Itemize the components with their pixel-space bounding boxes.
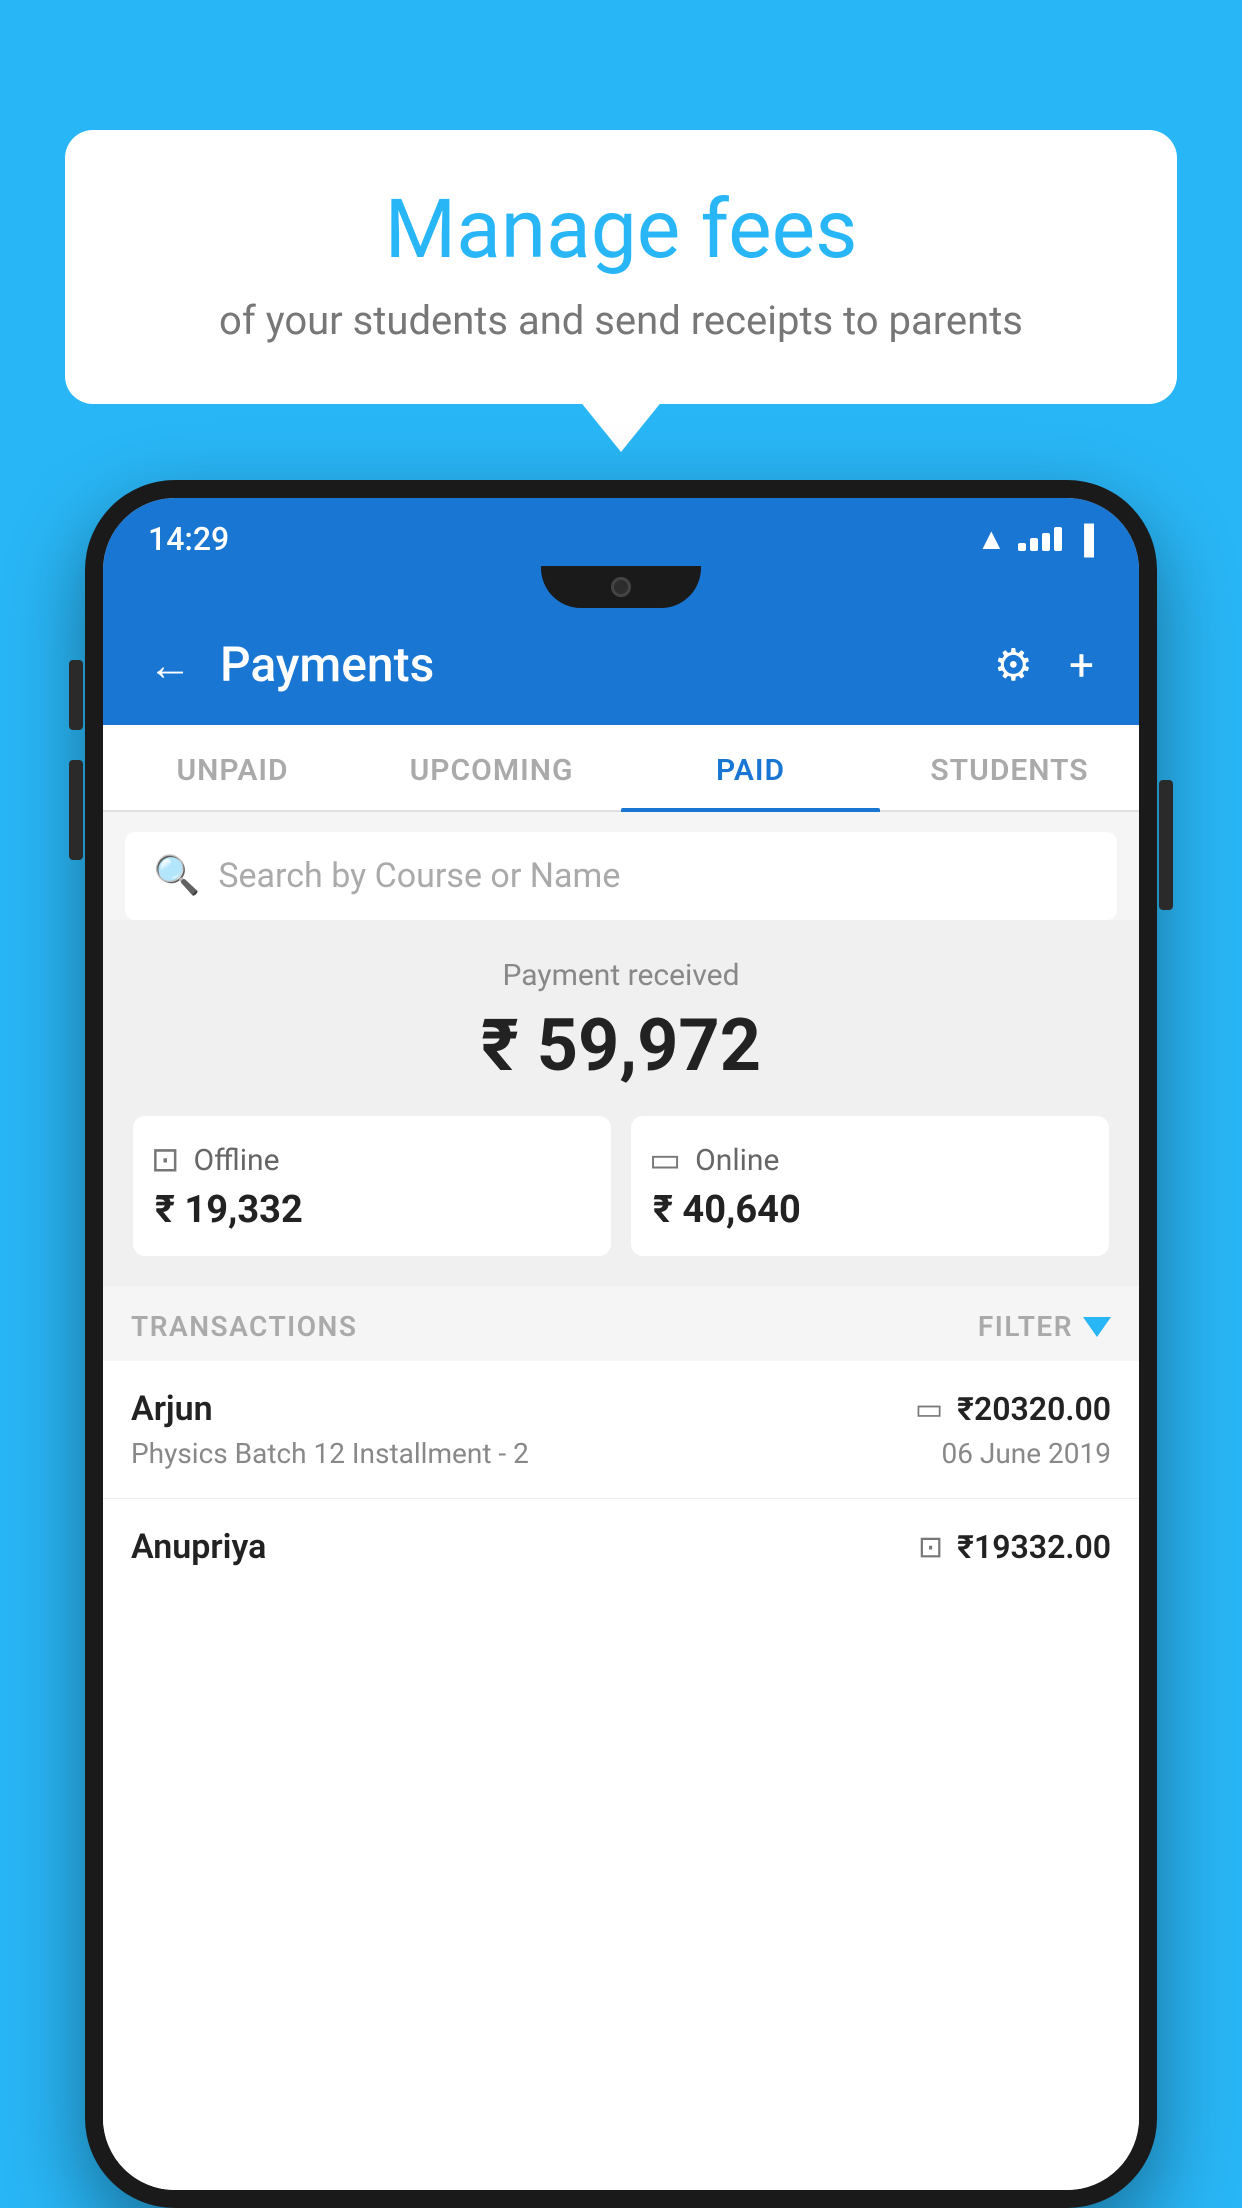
page-background: Manage fees of your students and send re… [0,0,1242,2208]
transaction-item[interactable]: Anupriya ⊡ ₹19332.00 [103,1499,1139,1567]
tab-upcoming[interactable]: UPCOMING [362,725,621,810]
filter-icon [1083,1317,1111,1337]
phone-side-btn-volume-down [69,760,83,860]
status-time: 14:29 [148,520,229,558]
transaction-amount-wrap: ▭ ₹20320.00 [915,1390,1111,1428]
transaction-amount: ₹20320.00 [957,1390,1111,1428]
tab-students[interactable]: STUDENTS [880,725,1139,810]
online-payment-icon: ▭ [915,1392,943,1427]
transaction-item[interactable]: Arjun ▭ ₹20320.00 Physics Batch 12 Insta… [103,1361,1139,1499]
transaction-row1: Arjun ▭ ₹20320.00 [131,1389,1111,1429]
payment-summary: Payment received ₹ 59,972 ⊡ Offline ₹ 19… [103,920,1139,1286]
offline-card-header: ⊡ Offline [151,1140,280,1180]
add-button[interactable]: + [1069,639,1094,691]
online-icon: ▭ [649,1140,681,1180]
notch [541,566,701,608]
online-label: Online [695,1143,779,1178]
online-amount: ₹ 40,640 [649,1188,801,1232]
transaction-row1: Anupriya ⊡ ₹19332.00 [131,1527,1111,1567]
transaction-course: Physics Batch 12 Installment - 2 [131,1437,529,1470]
payment-total-amount: ₹ 59,972 [133,1003,1109,1088]
status-bar: 14:29 ▲ ▐ [103,498,1139,576]
notch-area [103,566,1139,608]
filter-label: FILTER [978,1310,1073,1343]
offline-icon: ⊡ [151,1140,180,1180]
filter-button[interactable]: FILTER [978,1310,1111,1343]
phone-side-btn-power [1159,780,1173,910]
status-icons: ▲ ▐ [976,522,1094,557]
page-title: Payments [220,636,434,693]
transaction-date: 06 June 2019 [941,1437,1111,1470]
transaction-list: Arjun ▭ ₹20320.00 Physics Batch 12 Insta… [103,1361,1139,2190]
phone-outer: 14:29 ▲ ▐ [85,480,1157,2208]
battery-icon: ▐ [1074,523,1094,556]
phone-container: 14:29 ▲ ▐ [85,480,1157,2208]
header-left: ← Payments [148,636,434,693]
wifi-icon: ▲ [976,522,1006,557]
phone-inner: 14:29 ▲ ▐ [103,498,1139,2190]
speech-bubble-subtitle: of your students and send receipts to pa… [125,297,1117,344]
offline-payment-icon: ⊡ [918,1530,943,1565]
search-icon: 🔍 [153,854,200,898]
phone-side-btn-volume-up [69,660,83,730]
tab-unpaid[interactable]: UNPAID [103,725,362,810]
speech-bubble-title: Manage fees [125,185,1117,275]
search-bar[interactable]: 🔍 Search by Course or Name [125,832,1117,920]
transaction-amount-wrap: ⊡ ₹19332.00 [918,1528,1111,1566]
camera [611,577,631,597]
transaction-amount: ₹19332.00 [957,1528,1111,1566]
speech-bubble-container: Manage fees of your students and send re… [65,130,1177,404]
offline-label: Offline [194,1143,280,1178]
search-placeholder: Search by Course or Name [218,856,620,896]
transaction-row2: Physics Batch 12 Installment - 2 06 June… [131,1437,1111,1470]
signal-icon [1018,527,1062,551]
settings-button[interactable]: ⚙ [994,639,1033,691]
header-right: ⚙ + [994,639,1094,691]
back-button[interactable]: ← [148,639,192,691]
online-card-header: ▭ Online [649,1140,779,1180]
app-header: ← Payments ⚙ + [103,608,1139,725]
transaction-name: Anupriya [131,1527,266,1567]
transactions-section-label: TRANSACTIONS [131,1310,357,1343]
payment-cards: ⊡ Offline ₹ 19,332 ▭ Online ₹ 40, [133,1116,1109,1256]
online-card: ▭ Online ₹ 40,640 [631,1116,1109,1256]
transactions-header: TRANSACTIONS FILTER [103,1286,1139,1361]
offline-amount: ₹ 19,332 [151,1188,303,1232]
tabs-container: UNPAID UPCOMING PAID STUDENTS [103,725,1139,812]
transaction-name: Arjun [131,1389,213,1429]
tab-paid[interactable]: PAID [621,725,880,810]
speech-bubble: Manage fees of your students and send re… [65,130,1177,404]
offline-card: ⊡ Offline ₹ 19,332 [133,1116,611,1256]
main-content: 🔍 Search by Course or Name Payment recei… [103,812,1139,2190]
payment-received-label: Payment received [133,958,1109,993]
